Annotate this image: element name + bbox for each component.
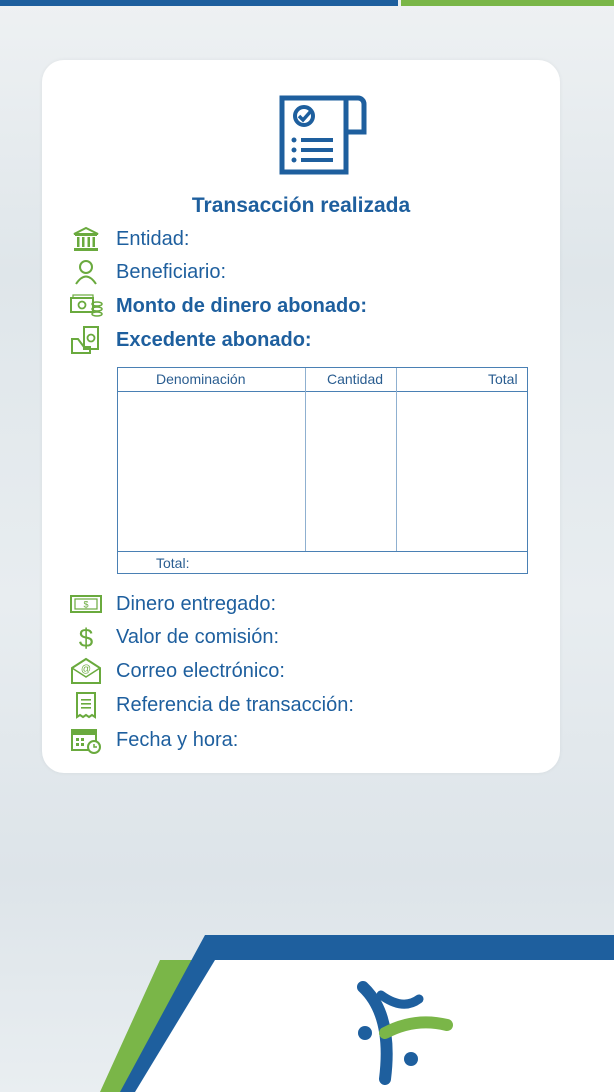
field-valor-comision: $ Valor de comisión:: [66, 622, 279, 652]
denomination-table: Denominación Cantidad Total Total:: [117, 367, 528, 574]
user-icon: [75, 260, 97, 285]
footer-decoration: [100, 935, 614, 1092]
field-label: Valor de comisión:: [116, 625, 280, 648]
field-monto-abonado: Monto de dinero abonado:: [66, 291, 367, 321]
field-label: Correo electrónico:: [116, 659, 285, 682]
table-total-label: Total:: [156, 555, 190, 571]
field-label: Fecha y hora:: [116, 728, 239, 751]
field-excedente-abonado: Excedente abonado:: [66, 325, 312, 355]
field-label: Referencia de transacción:: [116, 693, 354, 716]
field-entidad: Entidad:: [66, 224, 189, 254]
receipt-card: Transacción realizada Entidad: Beneficia…: [42, 60, 560, 773]
cash-hand-icon: [71, 326, 99, 354]
field-correo: @ Correo electrónico:: [66, 656, 285, 686]
header-cantidad: Cantidad: [327, 371, 384, 387]
dollar-icon: $: [79, 623, 94, 651]
field-beneficiario: Beneficiario:: [66, 257, 226, 287]
receipt-title: Transacción realizada: [191, 194, 411, 217]
field-referencia: Referencia de transacción:: [66, 690, 354, 720]
calendar-clock-icon: [71, 729, 101, 754]
svg-text:$: $: [83, 600, 88, 610]
cash-coins-icon: [70, 294, 103, 317]
top-bar-blue: [0, 0, 398, 6]
field-label: Excedente abonado:: [116, 328, 312, 351]
field-label: Beneficiario:: [116, 260, 227, 283]
field-label: Entidad:: [116, 227, 190, 250]
top-bar-green: [401, 0, 614, 6]
banknote-icon: $: [70, 595, 102, 613]
field-dinero-entregado: $ Dinero entregado:: [66, 589, 276, 619]
svg-text:@: @: [81, 664, 91, 675]
field-label: Monto de dinero abonado:: [116, 294, 368, 317]
brand-logo: [357, 981, 453, 1085]
header-total: Total: [488, 371, 518, 387]
field-label: Dinero entregado:: [116, 592, 277, 615]
top-color-bar: [0, 0, 614, 6]
header-denominacion: Denominación: [156, 371, 246, 387]
svg-text:$: $: [79, 623, 94, 651]
bank-icon: [73, 226, 99, 251]
field-fecha-hora: Fecha y hora:: [66, 725, 238, 755]
receipt-icon: [76, 692, 96, 719]
email-icon: @: [71, 657, 101, 684]
receipt-check-icon: [279, 95, 367, 175]
